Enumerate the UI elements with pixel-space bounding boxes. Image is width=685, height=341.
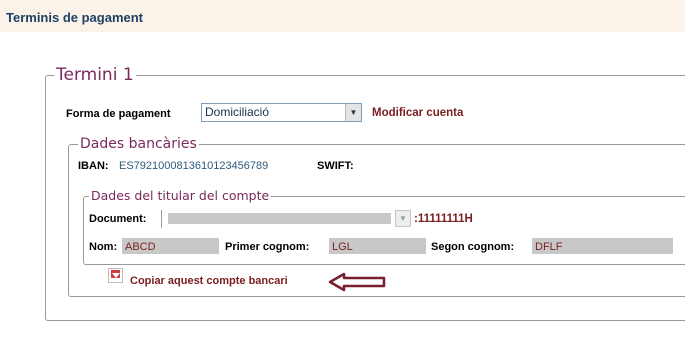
nom-label: Nom: [89,241,118,253]
account-holder-legend: Dades del titular del compte [89,188,272,204]
segon-cognom-label: Segon cognom: [431,241,515,253]
document-type-select[interactable]: ▼ [161,210,411,228]
payment-method-select[interactable]: Domiciliació ▼ [201,103,362,122]
primer-cognom-input[interactable]: LGL [329,238,426,254]
pointer-arrow-icon [328,272,386,292]
primer-cognom-label: Primer cognom: [225,241,310,253]
chevron-down-icon[interactable]: ▼ [345,104,361,121]
swift-label: SWIFT: [317,160,354,172]
bank-details-legend: Dades bancàries [78,136,199,152]
nom-input[interactable]: ABCD [122,238,219,254]
iban-label: IBAN: [78,160,109,172]
account-holder-fieldset: Dades del titular del compte [83,188,685,265]
page-title: Terminis de pagament [6,10,144,25]
payment-method-value: Domiciliació [205,105,270,119]
document-number-value[interactable]: :11111111H [414,213,473,225]
copy-account-link[interactable]: Copiar aquest compte bancari [130,275,288,287]
segon-cognom-input[interactable]: DFLF [532,238,673,254]
modify-account-link[interactable]: Modificar cuenta [372,107,463,119]
header-bar: Terminis de pagament [0,0,685,32]
payment-method-label: Forma de pagament [66,108,171,120]
iban-value: ES7921000813610123456789 [119,160,269,172]
copy-down-arrow-icon[interactable] [108,268,123,283]
chevron-down-icon[interactable]: ▼ [395,210,411,227]
document-type-value [168,213,391,224]
document-label: Document: [89,213,147,225]
termini-legend: Termini 1 [54,64,136,86]
